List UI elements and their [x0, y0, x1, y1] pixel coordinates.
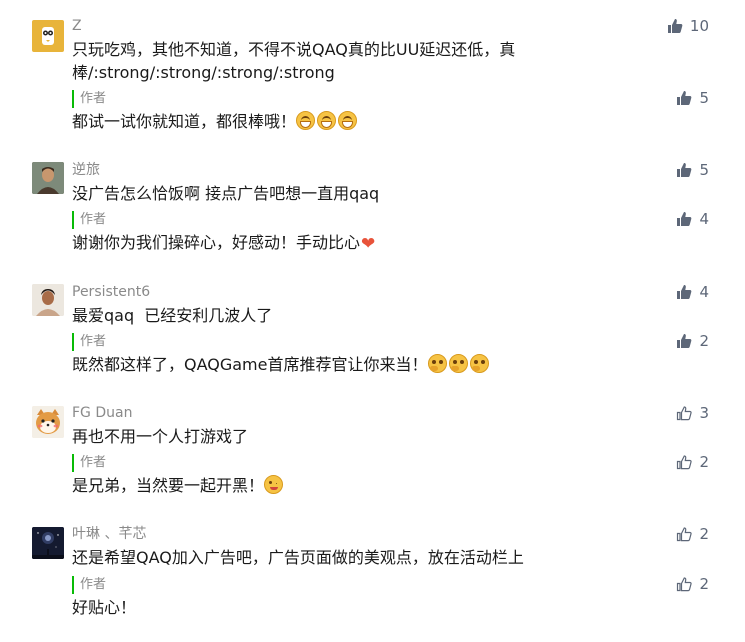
comment-nickname[interactable]: 叶琳 、芊芯	[72, 525, 146, 543]
reply-like-button[interactable]: 2	[676, 332, 709, 350]
reply-like-button[interactable]: 2	[676, 453, 709, 471]
thumbs-up-filled-icon	[677, 285, 692, 299]
comment-text: 还是希望QAQ加入广告吧，广告页面做的美观点，放在活动栏上	[72, 548, 524, 567]
comment-nickname[interactable]: 逆旅	[72, 161, 100, 179]
reply-text: 既然都这样了，QAQGame首席推荐官让你来当！	[72, 353, 632, 376]
thinking-emoji-icon	[448, 354, 468, 373]
like-button[interactable]: 10	[667, 17, 709, 35]
thumbs-up-outline-icon	[677, 455, 693, 470]
comment-text: 没广告怎么恰饭啊 接点广告吧想一直用qaq	[72, 184, 380, 203]
like-count: 5	[699, 161, 709, 179]
thumbs-up-outline-icon	[677, 527, 693, 542]
thumbs-up-outline-icon	[677, 406, 693, 421]
like-count: 4	[699, 283, 709, 301]
thumbs-up-filled-icon	[677, 163, 692, 177]
like-button[interactable]: 3	[676, 404, 709, 422]
thumbs-up-filled-icon	[667, 19, 683, 33]
avatar[interactable]	[32, 406, 64, 438]
like-count: 5	[699, 89, 709, 107]
comment-nickname[interactable]: Persistent6	[72, 283, 150, 301]
avatar[interactable]	[32, 20, 64, 52]
reply-text-content: 既然都这样了，QAQGame首席推荐官让你来当！	[72, 355, 428, 374]
like-count: 2	[699, 525, 709, 543]
comment-text: 最爱qaq 已经安利几波人了	[72, 306, 273, 325]
like-count: 2	[699, 575, 709, 593]
reply-text-content: 是兄弟，当然要一起开黑！	[72, 476, 265, 495]
comment-text: 只玩吃鸡，其他不知道，不得不说QAQ真的比UU延迟还低，真棒/:strong/:…	[72, 40, 516, 82]
heart-emoji-icon: ❤	[361, 234, 376, 254]
man-portrait-avatar-icon	[32, 162, 64, 194]
comment-text: 再也不用一个人打游戏了	[72, 427, 249, 446]
like-button[interactable]: 5	[676, 161, 709, 179]
reply-text-content: 谢谢你为我们操碎心，好感动！手动比心	[72, 233, 361, 252]
like-count: 4	[699, 210, 709, 228]
author-reply-tag: 作者	[72, 454, 106, 472]
reply-text: 是兄弟，当然要一起开黑！	[72, 474, 632, 497]
like-count: 2	[699, 453, 709, 471]
reply-like-button[interactable]: 2	[676, 575, 709, 593]
night-sky-avatar-icon	[32, 527, 64, 559]
thinking-emoji-icon	[469, 354, 489, 373]
reply-like-button[interactable]: 5	[676, 89, 709, 107]
author-reply-tag: 作者	[72, 211, 106, 229]
avatar[interactable]	[32, 284, 64, 316]
author-reply-tag: 作者	[72, 576, 106, 594]
shiba-dog-avatar-icon	[32, 406, 64, 438]
thumbs-up-filled-icon	[677, 91, 692, 105]
comment-nickname[interactable]: FG Duan	[72, 404, 132, 422]
reply-text: 好贴心！	[72, 596, 632, 619]
man-portrait-avatar-icon	[32, 284, 64, 316]
grin-emoji-icon	[296, 111, 316, 130]
like-count: 10	[689, 17, 709, 35]
wink-emoji-icon	[264, 475, 284, 494]
avatar[interactable]	[32, 162, 64, 194]
reply-text-content: 好贴心！	[72, 598, 137, 617]
owl-avatar-icon	[42, 27, 54, 45]
avatar[interactable]	[32, 527, 64, 559]
grin-emoji-icon	[338, 111, 358, 130]
comment-nickname[interactable]: Z	[72, 17, 82, 35]
thinking-emoji-icon	[427, 354, 447, 373]
reply-text: 都试一试你就知道，都很棒哦！	[72, 110, 632, 133]
author-reply-tag: 作者	[72, 90, 106, 108]
reply-text-content: 都试一试你就知道，都很棒哦！	[72, 112, 297, 131]
like-count: 3	[699, 404, 709, 422]
like-button[interactable]: 2	[676, 525, 709, 543]
thumbs-up-filled-icon	[677, 334, 692, 348]
like-count: 2	[699, 332, 709, 350]
thumbs-up-outline-icon	[677, 577, 693, 592]
grin-emoji-icon	[317, 111, 337, 130]
reply-like-button[interactable]: 4	[676, 210, 709, 228]
reply-text: 谢谢你为我们操碎心，好感动！手动比心❤	[72, 231, 632, 256]
author-reply-tag: 作者	[72, 333, 106, 351]
thumbs-up-filled-icon	[677, 212, 692, 226]
like-button[interactable]: 4	[676, 283, 709, 301]
